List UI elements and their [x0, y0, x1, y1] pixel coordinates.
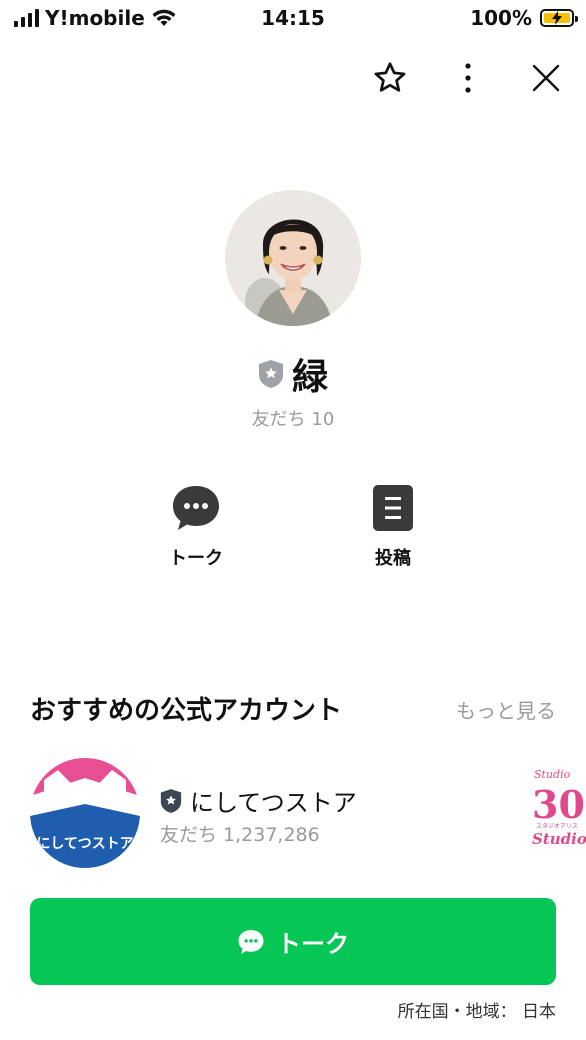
talk-cta-button[interactable]: トーク — [30, 898, 556, 985]
region-label: 所在国・地域： 日本 — [397, 1002, 556, 1022]
studio-alice-logo[interactable]: Studio 30 スタジオアリス Studio A — [530, 764, 586, 864]
studio-alice-sub-text: スタジオアリス — [536, 822, 578, 830]
studio-alice-top-text: Studio — [534, 768, 571, 781]
official-badge-icon — [160, 788, 182, 813]
post-document-icon — [373, 485, 413, 531]
recommended-section-title: おすすめの公式アカウント — [30, 696, 343, 726]
close-icon — [532, 64, 560, 92]
avatar-photo — [225, 190, 361, 326]
more-options-button[interactable] — [448, 58, 488, 98]
status-right: 100% — [470, 6, 578, 30]
chat-bubble-icon — [173, 486, 219, 530]
close-button[interactable] — [526, 58, 566, 98]
profile-avatar[interactable] — [225, 190, 361, 326]
chat-bubble-icon — [238, 929, 264, 954]
profile-name-row: 緑 — [0, 348, 586, 400]
talk-action-button[interactable]: トーク — [136, 484, 256, 570]
studio-alice-logo-image: Studio 30 スタジオアリス Studio A — [532, 768, 586, 848]
battery-icon — [540, 9, 578, 27]
nishitetsu-store-logo[interactable]: にしてつストア — [30, 758, 140, 868]
profile-friends-count: 友だち 10 — [251, 409, 335, 430]
see-more-link[interactable]: もっと見る — [456, 695, 556, 724]
top-actions — [370, 58, 566, 98]
nishitetsu-logo-image: にしてつストア — [30, 758, 140, 868]
talk-cta-label: トーク — [277, 930, 349, 958]
star-icon — [374, 62, 406, 92]
nishitetsu-name: にしてつストア — [190, 789, 357, 817]
favorite-button[interactable] — [370, 58, 410, 98]
official-shield-icon — [258, 360, 283, 388]
studio-alice-number: 30 — [532, 782, 585, 827]
post-action-label: 投稿 — [375, 548, 411, 569]
charging-bolt-icon — [552, 11, 562, 25]
nishitetsu-logo-text: にしてつストア — [36, 836, 133, 852]
battery-percent: 100% — [470, 6, 532, 30]
more-vertical-icon — [465, 63, 471, 93]
studio-alice-bottom-text: Studio A — [532, 830, 586, 848]
nishitetsu-friends-count: 友だち 1,237,286 — [160, 824, 320, 846]
post-action-button[interactable]: 投稿 — [333, 484, 453, 570]
status-bar: Y!mobile 14:15 100% — [0, 0, 586, 40]
battery-cap — [575, 16, 578, 22]
profile-name: 緑 — [291, 357, 328, 398]
talk-action-label: トーク — [169, 548, 223, 569]
nishitetsu-name-row[interactable]: にしてつストア — [160, 783, 357, 818]
